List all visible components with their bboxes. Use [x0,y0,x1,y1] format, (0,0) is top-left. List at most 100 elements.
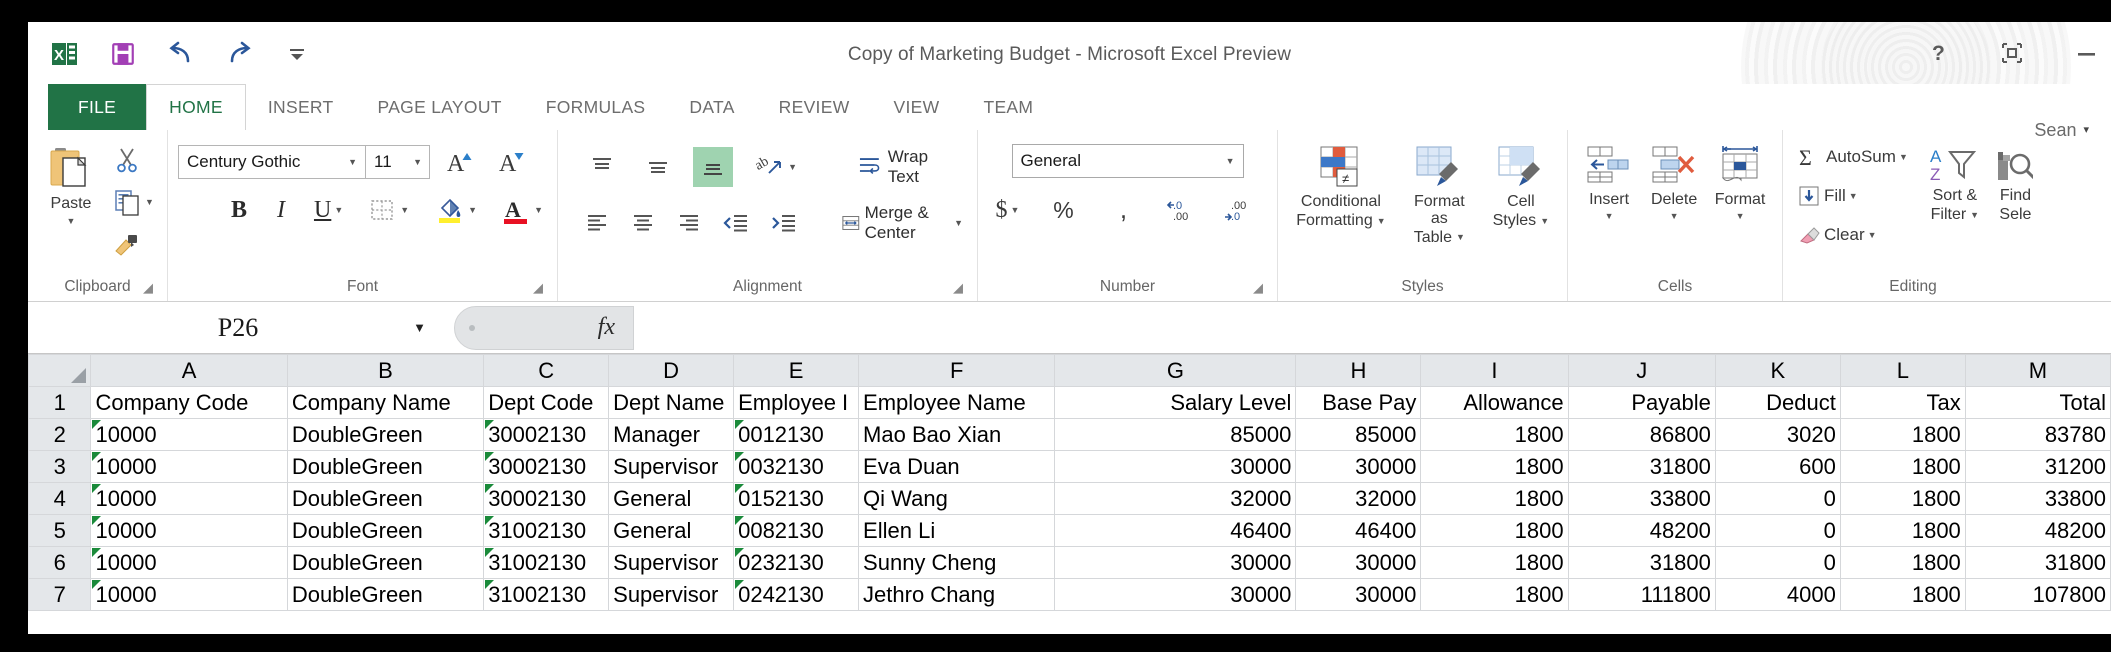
fill-color-button[interactable]: ▼ [429,191,481,229]
cell-h5[interactable]: 46400 [1295,514,1422,547]
chevron-down-icon[interactable]: ▼ [1868,230,1877,240]
accounting-format-button[interactable]: $ ▼ [992,194,1024,227]
font-family-input[interactable]: Century Gothic ▼ [178,145,366,179]
tab-insert[interactable]: INSERT [246,84,356,130]
cell-g4[interactable]: 32000 [1054,482,1297,515]
chevron-down-icon[interactable]: ▼ [413,320,426,336]
chevron-down-icon[interactable]: ▼ [413,157,429,167]
row-header-2[interactable]: 2 [28,418,92,451]
cell-a3[interactable]: 10000 [90,450,288,483]
tab-file[interactable]: FILE [48,84,147,130]
chevron-down-icon[interactable]: ▼ [468,205,477,215]
cell-g5[interactable]: 46400 [1054,514,1297,547]
cell-c2[interactable]: 30002130 [483,418,610,451]
tab-view[interactable]: VIEW [872,84,962,130]
cell-h1[interactable]: Base Pay [1295,386,1422,419]
column-header-d[interactable]: D [608,354,735,387]
cell-i1[interactable]: Allowance [1420,386,1569,419]
column-header-c[interactable]: C [483,354,610,387]
merge-center-button[interactable]: Merge & Center ▼ [836,200,967,246]
cell-k6[interactable]: 0 [1714,546,1841,579]
cell-f6[interactable]: Sunny Cheng [858,546,1056,579]
number-dialog-launcher[interactable]: ◢ [1253,280,1263,296]
cell-k7[interactable]: 4000 [1714,578,1841,611]
wrap-text-button[interactable]: Wrap Text [851,144,967,190]
cell-m5[interactable]: 48200 [1964,514,2111,547]
column-header-k[interactable]: K [1714,354,1841,387]
clipboard-dialog-launcher[interactable]: ◢ [143,280,153,296]
cell-h7[interactable]: 30000 [1295,578,1422,611]
row-header-3[interactable]: 3 [28,450,92,483]
cell-f4[interactable]: Qi Wang [858,482,1056,515]
cell-b2[interactable]: DoubleGreen [286,418,485,451]
cell-e7[interactable]: 0242130 [733,578,860,611]
cell-l3[interactable]: 1800 [1839,450,1966,483]
select-all-corner[interactable] [28,354,92,387]
cell-k2[interactable]: 3020 [1714,418,1841,451]
cell-d7[interactable]: Supervisor [608,578,735,611]
cell-l6[interactable]: 1800 [1839,546,1966,579]
column-header-a[interactable]: A [90,354,288,387]
cell-c3[interactable]: 30002130 [483,450,610,483]
cell-a7[interactable]: 10000 [90,578,288,611]
fill-button[interactable]: Fill ▼ [1793,181,1912,211]
cell-c6[interactable]: 31002130 [483,546,610,579]
format-as-table-button[interactable]: Format as Table ▼ [1398,142,1481,278]
column-header-m[interactable]: M [1964,354,2111,387]
cell-j1[interactable]: Payable [1567,386,1716,419]
cell-i4[interactable]: 1800 [1420,482,1569,515]
column-header-f[interactable]: F [858,354,1056,387]
chevron-down-icon[interactable]: ▼ [1456,233,1465,242]
alignment-dialog-launcher[interactable]: ◢ [953,280,963,296]
orientation-button[interactable]: ab ▼ [749,148,801,186]
cell-e5[interactable]: 0082130 [733,514,860,547]
font-dialog-launcher[interactable]: ◢ [533,280,543,296]
cell-f7[interactable]: Jethro Chang [858,578,1056,611]
font-size-input[interactable]: 11 ▼ [366,145,430,179]
chevron-down-icon[interactable]: ▼ [1736,211,1745,221]
chevron-down-icon[interactable]: ▼ [954,218,963,228]
cell-b7[interactable]: DoubleGreen [286,578,485,611]
chevron-down-icon[interactable]: ▼ [1849,191,1858,201]
cell-l2[interactable]: 1800 [1839,418,1966,451]
paste-button[interactable]: Paste ▼ [38,138,104,278]
cell-a6[interactable]: 10000 [90,546,288,579]
cell-d1[interactable]: Dept Name [608,386,735,419]
increase-decimal-button[interactable]: .0 .00 [1163,190,1203,230]
cell-g2[interactable]: 85000 [1054,418,1297,451]
cell-d5[interactable]: General [608,514,735,547]
cell-b3[interactable]: DoubleGreen [286,450,485,483]
cell-l4[interactable]: 1800 [1839,482,1966,515]
name-box[interactable]: P26 ▼ [28,302,448,353]
tab-review[interactable]: REVIEW [757,84,872,130]
tab-team[interactable]: TEAM [961,84,1055,130]
decrease-decimal-button[interactable]: .00 .0 [1223,190,1263,230]
align-right-button[interactable] [674,203,704,243]
minimize-icon[interactable] [2071,38,2101,68]
increase-font-size-button[interactable]: A [440,142,480,182]
cell-m7[interactable]: 107800 [1964,578,2111,611]
cell-j2[interactable]: 86800 [1567,418,1716,451]
column-header-b[interactable]: B [286,354,485,387]
cell-m3[interactable]: 31200 [1964,450,2111,483]
cell-a4[interactable]: 10000 [90,482,288,515]
tab-home[interactable]: HOME [146,84,246,130]
cell-e1[interactable]: Employee I [733,386,860,419]
column-header-h[interactable]: H [1295,354,1422,387]
cell-b1[interactable]: Company Name [286,386,485,419]
cell-d6[interactable]: Supervisor [608,546,735,579]
cell-h6[interactable]: 30000 [1295,546,1422,579]
row-header-5[interactable]: 5 [28,514,92,547]
cell-j4[interactable]: 33800 [1567,482,1716,515]
bottom-align-button[interactable] [693,147,734,187]
find-select-button[interactable]: Find Sele [1997,142,2033,278]
cell-j6[interactable]: 31800 [1567,546,1716,579]
format-painter-button[interactable] [108,226,158,262]
row-header-6[interactable]: 6 [28,546,92,579]
column-header-g[interactable]: G [1054,354,1297,387]
cell-c4[interactable]: 30002130 [483,482,610,515]
column-header-i[interactable]: I [1420,354,1569,387]
cell-c5[interactable]: 31002130 [483,514,610,547]
cell-m6[interactable]: 31800 [1964,546,2111,579]
font-color-button[interactable]: A ▼ [497,191,547,229]
